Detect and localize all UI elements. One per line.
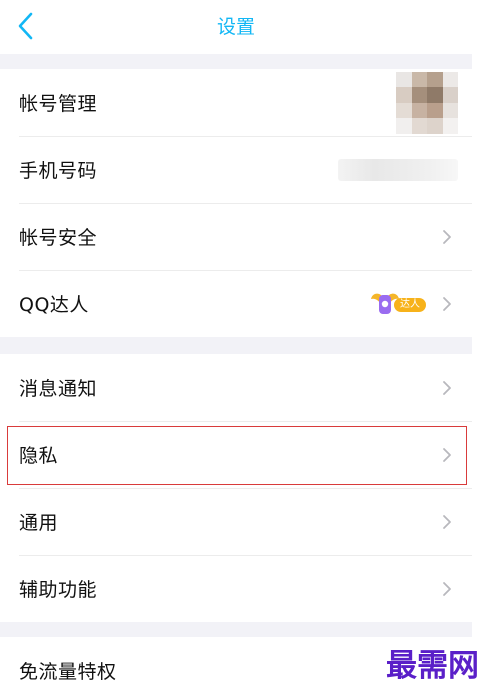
settings-item-label: 通用 — [19, 512, 59, 534]
phone-number-value — [338, 158, 458, 181]
settings-item-phone-number[interactable]: 手机号码 — [0, 136, 472, 203]
settings-item-label: 免流量特权 — [19, 661, 117, 683]
nav-bar: 设置 — [0, 0, 472, 54]
qq-daren-badge: 达人 — [370, 289, 428, 319]
settings-item-label: 手机号码 — [19, 160, 98, 182]
settings-page: 设置 帐号管理 手机号码 帐号安全 QQ达人 达人 消息通知 隐私 通用 辅助功… — [0, 0, 472, 695]
settings-group-general: 消息通知 隐私 通用 辅助功能 — [0, 354, 472, 622]
avatar[interactable] — [396, 71, 458, 134]
settings-group-account: 帐号管理 手机号码 帐号安全 QQ达人 达人 — [0, 69, 472, 337]
page-title: 设置 — [216, 16, 255, 38]
settings-item-label: 帐号管理 — [19, 93, 98, 115]
badge-label: 达人 — [394, 297, 426, 312]
settings-item-label: 辅助功能 — [19, 579, 98, 601]
settings-item-label: 消息通知 — [19, 378, 98, 400]
settings-item-account-management[interactable]: 帐号管理 — [0, 69, 472, 136]
chevron-right-icon — [443, 296, 451, 311]
settings-item-label: 帐号安全 — [19, 227, 98, 249]
settings-item-account-security[interactable]: 帐号安全 — [0, 203, 472, 270]
settings-item-notifications[interactable]: 消息通知 — [0, 354, 472, 421]
settings-item-qq-daren[interactable]: QQ达人 达人 — [0, 270, 472, 337]
watermark-logo: 最需网 — [386, 648, 479, 684]
settings-item-label: QQ达人 — [19, 294, 89, 316]
settings-item-general[interactable]: 通用 — [0, 488, 472, 555]
chevron-right-icon — [443, 229, 451, 244]
chevron-right-icon — [443, 581, 451, 596]
selection-highlight — [7, 426, 467, 485]
chevron-right-icon — [443, 380, 451, 395]
chevron-right-icon — [443, 514, 451, 529]
settings-item-accessibility[interactable]: 辅助功能 — [0, 555, 472, 622]
